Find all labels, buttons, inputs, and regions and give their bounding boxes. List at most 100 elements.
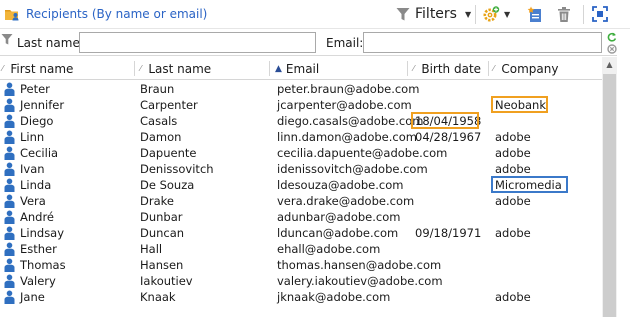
column-header-row: ⁄ First name ⁄ Last name ▲ Email ⁄ Birth… <box>0 57 602 80</box>
highlight-birth-date <box>411 112 479 129</box>
cell-first: Peter <box>20 82 50 96</box>
cell-first: André <box>20 210 55 224</box>
person-icon <box>4 242 15 256</box>
table-row[interactable]: Valery Iakoutiev valery.iakoutiev@adobe.co… <box>0 273 602 289</box>
funnel-icon <box>396 7 410 20</box>
clear-icon[interactable] <box>607 44 617 54</box>
cell-birth: 09/18/1971 <box>415 226 482 240</box>
column-header-birth-date[interactable]: ⁄ Birth date <box>413 57 481 80</box>
column-divider[interactable] <box>488 61 489 76</box>
table-row[interactable]: Peter Braun peter.braun@adobe.com <box>0 81 602 97</box>
new-button[interactable] <box>527 5 543 23</box>
cell-last: Carpenter <box>140 98 198 112</box>
table-row[interactable]: Diego Casals diego.casals@adobe.com 18/04/1… <box>0 113 602 129</box>
last-name-label: Last name: <box>17 36 84 50</box>
cell-last: Duncan <box>140 226 185 240</box>
table-row[interactable]: Linn Damon linn.damon@adobe.com 04/28/1967 a… <box>0 129 602 145</box>
funnel-icon <box>1 34 13 45</box>
configure-button[interactable]: ▼ <box>482 5 510 23</box>
cell-first: Diego <box>20 114 54 128</box>
table-row[interactable]: Ivan Denissovitch idenissovitch@adobe.com a… <box>0 161 602 177</box>
fullscreen-icon <box>592 6 608 22</box>
fullscreen-button[interactable] <box>592 5 608 23</box>
cell-last: Casals <box>140 114 178 128</box>
cell-email: valery.iakoutiev@adobe.com <box>277 274 443 288</box>
cell-email: linn.damon@adobe.com <box>277 130 417 144</box>
person-icon <box>4 114 15 128</box>
folder-title[interactable]: Recipients (By name or email) <box>4 5 207 23</box>
cell-email: thomas.hansen@adobe.com <box>277 258 442 272</box>
cell-company: adobe <box>495 226 531 240</box>
cell-company: adobe <box>495 146 531 160</box>
cell-email: adunbar@adobe.com <box>277 210 401 224</box>
new-record-icon <box>527 6 541 22</box>
scroll-thumb[interactable] <box>603 74 616 317</box>
cell-last: Damon <box>140 130 182 144</box>
right-margin <box>617 29 630 317</box>
column-header-first-name[interactable]: ⁄ First name <box>2 57 73 80</box>
person-icon <box>4 130 15 144</box>
cell-last: Drake <box>140 194 174 208</box>
column-header-company[interactable]: ⁄ Company <box>493 57 558 80</box>
cell-company: adobe <box>495 290 531 304</box>
sort-indicator-icon: ⁄ <box>493 64 495 73</box>
person-icon <box>4 82 15 96</box>
refresh-icon[interactable] <box>607 32 617 42</box>
person-icon <box>4 290 15 304</box>
table-row[interactable]: Esther Hall ehall@adobe.com <box>0 241 602 257</box>
recipients-grid: ⁄ First name ⁄ Last name ▲ Email ⁄ Birth… <box>0 57 602 317</box>
table-row[interactable]: Cecilia Dapuente cecilia.dapuente@adobe.co… <box>0 145 602 161</box>
column-divider[interactable] <box>269 61 270 76</box>
trash-icon <box>558 6 570 22</box>
column-header-last-name[interactable]: ⁄ Last name <box>140 57 211 80</box>
person-icon <box>4 178 15 192</box>
scroll-up-icon[interactable]: ▲ <box>602 57 617 72</box>
last-name-input[interactable] <box>79 32 316 53</box>
table-row[interactable]: Vera Drake vera.drake@adobe.com adobe <box>0 193 602 209</box>
cell-last: Braun <box>140 82 175 96</box>
cell-email: ldesouza@adobe.com <box>277 178 404 192</box>
cell-company: adobe <box>495 130 531 144</box>
cell-email: cecilia.dapuente@adobe.com <box>277 146 448 160</box>
cell-last: De Souza <box>140 178 195 192</box>
table-row[interactable]: Thomas Hansen thomas.hansen@adobe.com <box>0 257 602 273</box>
search-bar: Last name: Email: <box>0 29 630 56</box>
email-input[interactable] <box>363 32 602 53</box>
cell-company: adobe <box>495 194 531 208</box>
cell-last: Dunbar <box>140 210 183 224</box>
filters-label: Filters <box>415 6 457 22</box>
cell-email: vera.drake@adobe.com <box>277 194 415 208</box>
cell-email: diego.casals@adobe.com <box>277 114 424 128</box>
person-icon <box>4 194 15 208</box>
cell-first: Ivan <box>20 162 45 176</box>
email-label: Email: <box>326 36 364 50</box>
cell-first: Vera <box>20 194 46 208</box>
table-row[interactable]: Lindsay Duncan lduncan@adobe.com 09/18/1971… <box>0 225 602 241</box>
column-header-email[interactable]: ▲ Email <box>275 57 319 80</box>
cell-last: Denissovitch <box>140 162 214 176</box>
toolbar-divider <box>475 5 476 24</box>
column-header-label: Company <box>501 61 559 76</box>
column-header-label: Birth date <box>421 61 482 76</box>
cell-last: Knaak <box>140 290 176 304</box>
vertical-scrollbar[interactable]: ▲ <box>602 57 617 317</box>
cell-company: adobe <box>495 162 531 176</box>
sort-ascending-icon: ▲ <box>275 63 282 74</box>
cell-email: jcarpenter@adobe.com <box>277 98 412 112</box>
person-icon <box>4 258 15 272</box>
column-header-label: First name <box>10 61 74 76</box>
table-row[interactable]: Jane Knaak jknaak@adobe.com adobe <box>0 289 602 305</box>
gear-add-icon <box>483 5 500 21</box>
toolbar: Recipients (By name or email) Filters ▼ … <box>0 0 630 29</box>
cell-first: Jennifer <box>20 98 65 112</box>
column-divider[interactable] <box>407 61 408 76</box>
highlight-company-neobank <box>491 96 548 113</box>
cell-first: Jane <box>20 290 45 304</box>
person-icon <box>4 146 15 160</box>
cell-first: Lindsay <box>20 226 65 240</box>
cell-email: jknaak@adobe.com <box>277 290 391 304</box>
delete-button[interactable] <box>556 5 572 23</box>
filters-button[interactable]: Filters ▼ <box>396 5 471 23</box>
column-divider[interactable] <box>134 61 135 76</box>
table-row[interactable]: André Dunbar adunbar@adobe.com <box>0 209 602 225</box>
